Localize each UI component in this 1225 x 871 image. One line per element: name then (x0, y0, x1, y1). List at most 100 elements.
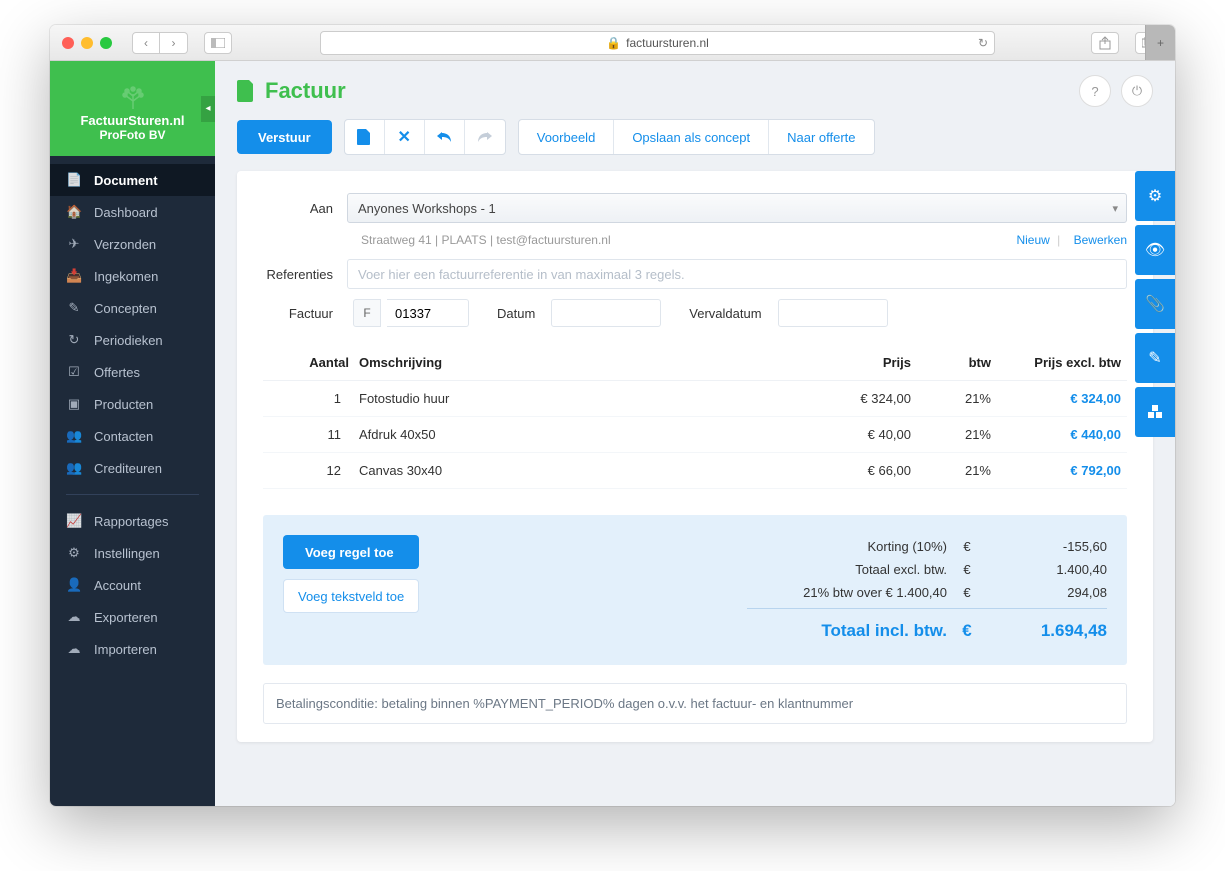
sidebar-item-label: Periodieken (94, 333, 163, 348)
rail-settings-button[interactable]: ⚙ (1135, 171, 1175, 221)
due-date-input[interactable] (778, 299, 888, 327)
delete-button[interactable]: ✕ (385, 120, 425, 154)
close-window-icon[interactable] (62, 37, 74, 49)
col-total: Prijs excl. btw (1001, 355, 1121, 370)
main-content: Factuur ? ⏻ Verstuur ✕ Voorbeeld Opslaan (215, 61, 1175, 806)
sidebar-item-periodieken[interactable]: ↻ Periodieken (50, 324, 215, 356)
edit-client-link[interactable]: Bewerken (1074, 233, 1127, 247)
sidebar-item-label: Account (94, 578, 141, 593)
sidebar-item-label: Offertes (94, 365, 140, 380)
sidebar-item-label: Producten (94, 397, 153, 412)
line-price: € 324,00 (801, 391, 911, 406)
sidebar-item-label: Exporteren (94, 610, 158, 625)
user-icon: 👤 (66, 577, 82, 593)
line-items: Aantal Omschrijving Prijs btw Prijs excl… (263, 345, 1127, 489)
invoice-prefix: F (353, 299, 381, 327)
users-icon: 👥 (66, 460, 82, 476)
reload-icon[interactable]: ↻ (978, 36, 988, 50)
due-date-label: Vervaldatum (689, 306, 761, 321)
collapse-sidebar-icon[interactable]: ◂ (201, 96, 215, 122)
edit-icon: ✎ (66, 300, 82, 316)
nav-back-forward: ‹ › (132, 32, 188, 54)
client-select[interactable]: Anyones Workshops - 1 (347, 193, 1127, 223)
sidebar-item-account[interactable]: 👤 Account (50, 569, 215, 601)
rail-preview-button[interactable]: 👁 (1135, 225, 1175, 275)
inbox-icon: 📥 (66, 268, 82, 284)
grand-total-row: Totaal incl. btw.€1.694,48 (747, 615, 1107, 645)
sidebar-item-verzonden[interactable]: ✈Verzonden (50, 228, 215, 260)
col-qty: Aantal (269, 355, 349, 370)
sidebar-item-exporteren[interactable]: ☁Exporteren (50, 601, 215, 633)
sidebar-item-dashboard[interactable]: 🏠Dashboard (50, 196, 215, 228)
help-button[interactable]: ? (1079, 75, 1111, 107)
line-item-row[interactable]: 1 Fotostudio huur € 324,00 21% € 324,00 (263, 381, 1127, 417)
power-button[interactable]: ⏻ (1121, 75, 1153, 107)
line-item-row[interactable]: 11 Afdruk 40x50 € 40,00 21% € 440,00 (263, 417, 1127, 453)
cubes-icon: ▣ (66, 396, 82, 412)
browser-window: ‹ › 🔒 factuursturen.nl ↻ + (50, 25, 1175, 806)
sidebar-item-concepten[interactable]: ✎Concepten (50, 292, 215, 324)
sidebar-item-document[interactable]: 📄Document (50, 164, 215, 196)
line-desc: Afdruk 40x50 (359, 427, 791, 442)
chart-icon: 📈 (66, 513, 82, 529)
sidebar: FactuurSturen.nl ProFoto BV ◂ 📄Document🏠… (50, 61, 215, 806)
new-tab-button[interactable]: + (1145, 25, 1175, 60)
send-button[interactable]: Verstuur (237, 120, 332, 154)
address-bar[interactable]: 🔒 factuursturen.nl ↻ (320, 31, 995, 55)
line-item-row[interactable]: 12 Canvas 30x40 € 66,00 21% € 792,00 (263, 453, 1127, 489)
rail-products-button[interactable] (1135, 387, 1175, 437)
save-draft-button[interactable]: Opslaan als concept (614, 120, 769, 154)
preview-button[interactable]: Voorbeeld (519, 120, 615, 154)
rail-attachment-button[interactable]: 📎 (1135, 279, 1175, 329)
cogs-icon: ⚙ (66, 545, 82, 561)
toolbar: Verstuur ✕ Voorbeeld Opslaan als concept… (215, 113, 1175, 171)
add-line-button[interactable]: Voeg regel toe (283, 535, 419, 569)
date-input[interactable] (551, 299, 661, 327)
new-client-link[interactable]: Nieuw (1016, 233, 1049, 247)
sidebar-item-ingekomen[interactable]: 📥Ingekomen (50, 260, 215, 292)
undo-button[interactable] (425, 120, 465, 154)
redo-button[interactable] (465, 120, 505, 154)
sidebar-toggle-button[interactable] (204, 32, 232, 54)
secondary-actions: Voorbeeld Opslaan als concept Naar offer… (518, 119, 875, 155)
sidebar-item-label: Rapportages (94, 514, 168, 529)
page-title: Factuur (237, 78, 346, 104)
col-price: Prijs (801, 355, 911, 370)
file-icon: 📄 (66, 172, 82, 188)
check-icon: ☑ (66, 364, 82, 380)
total-row: 21% btw over € 1.400,40€294,08 (747, 581, 1107, 609)
ref-label: Referenties (263, 267, 347, 282)
new-doc-button[interactable] (345, 120, 385, 154)
cloud-up-icon: ☁ (66, 641, 82, 657)
forward-button[interactable]: › (160, 32, 188, 54)
client-address: Straatweg 41 | PLAATS | test@factuurstur… (361, 233, 611, 247)
refresh-icon: ↻ (66, 332, 82, 348)
sidebar-item-contacten[interactable]: 👥Contacten (50, 420, 215, 452)
to-quote-button[interactable]: Naar offerte (769, 120, 873, 154)
sidebar-item-importeren[interactable]: ☁Importeren (50, 633, 215, 665)
brand-header: FactuurSturen.nl ProFoto BV ◂ (50, 61, 215, 156)
sidebar-item-crediteuren[interactable]: 👥Crediteuren (50, 452, 215, 484)
sidebar-item-producten[interactable]: ▣ Producten (50, 388, 215, 420)
col-btw: btw (921, 355, 991, 370)
rail-edit-button[interactable]: ✎ (1135, 333, 1175, 383)
maximize-window-icon[interactable] (100, 37, 112, 49)
total-row: Totaal excl. btw.€1.400,40 (747, 558, 1107, 581)
file-icon (237, 80, 255, 102)
back-button[interactable]: ‹ (132, 32, 160, 54)
url-host: factuursturen.nl (626, 36, 709, 50)
minimize-window-icon[interactable] (81, 37, 93, 49)
sidebar-item-label: Instellingen (94, 546, 160, 561)
sidebar-item-offertes[interactable]: ☑ Offertes (50, 356, 215, 388)
share-button[interactable] (1091, 32, 1119, 54)
add-textfield-button[interactable]: Voeg tekstveld toe (283, 579, 419, 613)
sidebar-item-label: Verzonden (94, 237, 156, 252)
reference-input[interactable] (347, 259, 1127, 289)
line-desc: Canvas 30x40 (359, 463, 791, 478)
right-rail: ⚙ 👁 📎 ✎ (1135, 171, 1175, 437)
payment-note[interactable]: Betalingsconditie: betaling binnen %PAYM… (263, 683, 1127, 724)
invoice-label: Factuur (263, 306, 347, 321)
sidebar-item-instellingen[interactable]: ⚙ Instellingen (50, 537, 215, 569)
sidebar-item-rapportages[interactable]: 📈 Rapportages (50, 505, 215, 537)
invoice-number-input[interactable] (387, 299, 469, 327)
